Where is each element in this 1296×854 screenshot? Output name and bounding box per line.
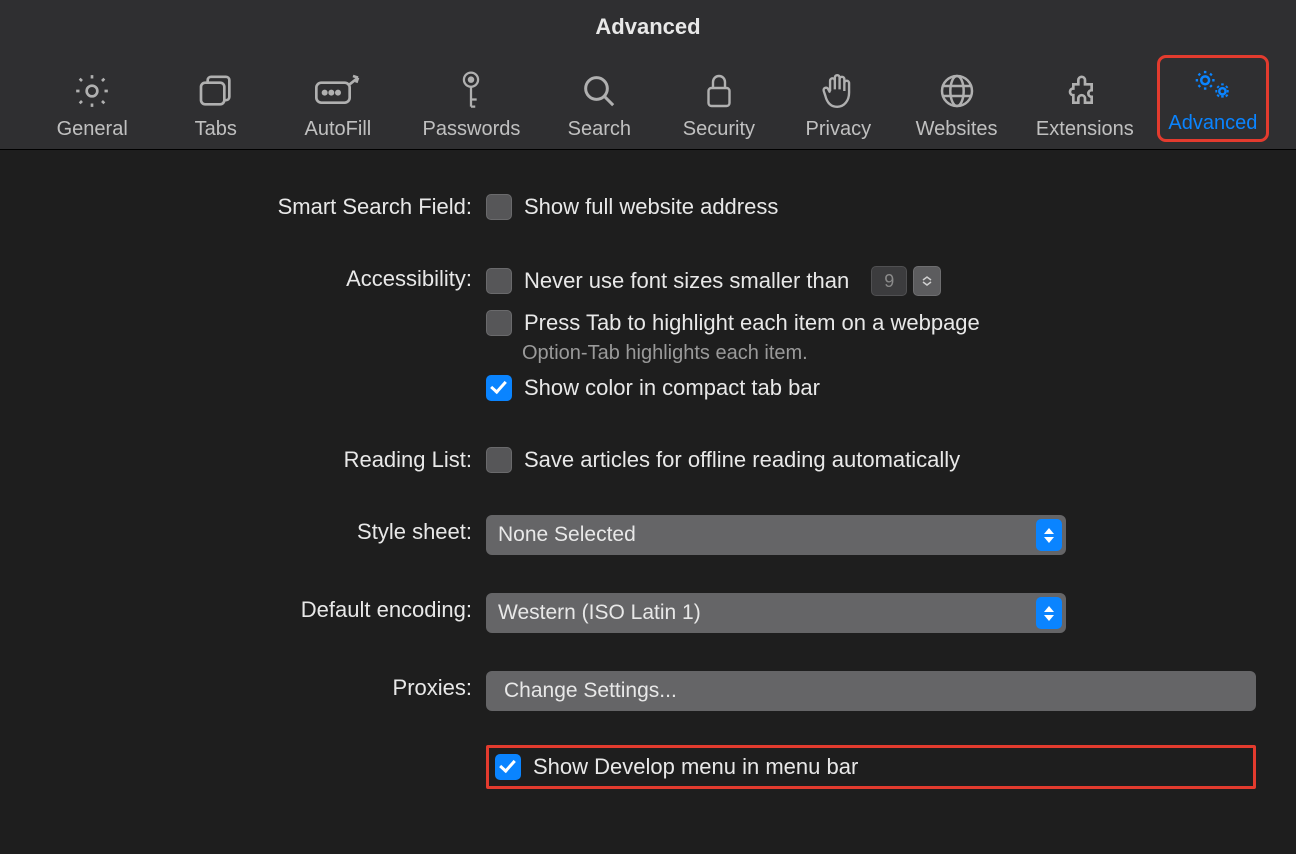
- tab-general[interactable]: General: [38, 68, 146, 141]
- save-offline-checkbox[interactable]: [486, 447, 512, 473]
- develop-menu-highlight: Show Develop menu in menu bar: [486, 745, 1256, 789]
- style-sheet-popup[interactable]: None Selected: [486, 515, 1066, 555]
- tab-extensions[interactable]: Extensions: [1026, 68, 1144, 141]
- preferences-content: Smart Search Field: Show full website ad…: [0, 150, 1296, 789]
- default-encoding-label: Default encoding:: [40, 593, 486, 623]
- tab-search[interactable]: Search: [556, 68, 642, 141]
- style-sheet-label: Style sheet:: [40, 515, 486, 545]
- change-settings-button[interactable]: Change Settings...: [486, 671, 1256, 711]
- show-color-tab-label: Show color in compact tab bar: [524, 375, 820, 401]
- save-offline-label: Save articles for offline reading automa…: [524, 447, 960, 473]
- puzzle-icon: [1065, 68, 1105, 114]
- tab-security[interactable]: Security: [670, 68, 767, 141]
- min-font-size-checkbox[interactable]: [486, 268, 512, 294]
- style-sheet-value: None Selected: [498, 523, 636, 547]
- show-develop-checkbox[interactable]: [495, 754, 521, 780]
- default-encoding-popup[interactable]: Western (ISO Latin 1): [486, 593, 1066, 633]
- globe-icon: [937, 68, 977, 114]
- tab-autofill[interactable]: AutoFill: [291, 68, 384, 141]
- window-title: Advanced: [0, 0, 1296, 48]
- option-tab-hint: Option-Tab highlights each item.: [522, 342, 1256, 365]
- min-font-size-value[interactable]: 9: [871, 266, 907, 296]
- show-develop-label: Show Develop menu in menu bar: [533, 754, 858, 780]
- show-full-address-label: Show full website address: [524, 194, 778, 220]
- press-tab-label: Press Tab to highlight each item on a we…: [524, 310, 980, 336]
- popup-arrows-icon: [1036, 597, 1062, 629]
- tabs-icon: [195, 68, 237, 114]
- search-icon: [579, 68, 619, 114]
- min-font-size-stepper[interactable]: [913, 266, 941, 296]
- reading-list-label: Reading List:: [40, 443, 486, 473]
- default-encoding-value: Western (ISO Latin 1): [498, 601, 701, 625]
- smart-search-label: Smart Search Field:: [40, 190, 486, 220]
- tab-tabs[interactable]: Tabs: [178, 68, 253, 141]
- tab-advanced[interactable]: Advanced: [1158, 56, 1268, 141]
- tab-passwords[interactable]: Passwords: [413, 68, 531, 141]
- autofill-icon: [313, 68, 363, 114]
- tab-privacy[interactable]: Privacy: [793, 68, 883, 141]
- min-font-size-label: Never use font sizes smaller than: [524, 268, 849, 294]
- gears-icon: [1191, 62, 1235, 108]
- preferences-toolbar: General Tabs AutoFill Passwords: [0, 48, 1296, 150]
- accessibility-label: Accessibility:: [40, 262, 486, 292]
- hand-icon: [819, 68, 857, 114]
- press-tab-checkbox[interactable]: [486, 310, 512, 336]
- lock-icon: [701, 68, 737, 114]
- popup-arrows-icon: [1036, 519, 1062, 551]
- key-icon: [454, 68, 488, 114]
- gear-icon: [72, 68, 112, 114]
- show-full-address-checkbox[interactable]: [486, 194, 512, 220]
- proxies-label: Proxies:: [40, 671, 486, 701]
- tab-websites[interactable]: Websites: [905, 68, 1008, 141]
- show-color-tab-checkbox[interactable]: [486, 375, 512, 401]
